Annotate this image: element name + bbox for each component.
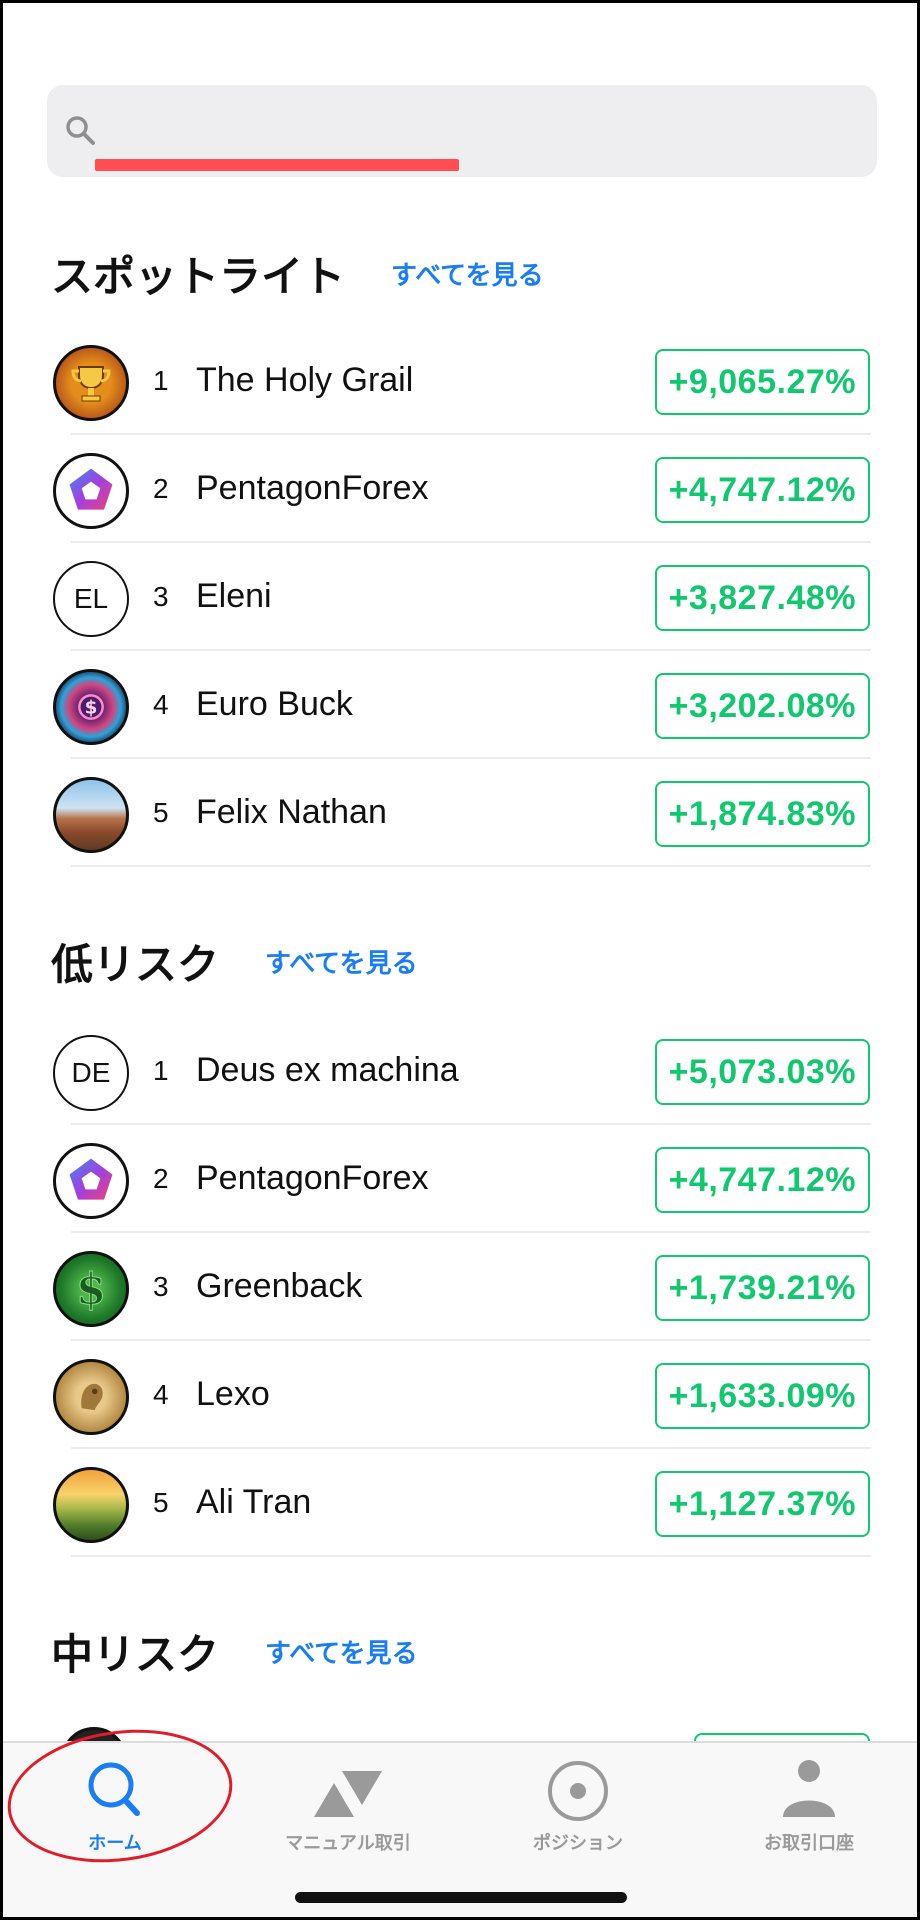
return-badge: +5,073.03% [654,1039,870,1105]
return-badge: +3,202.08% [654,673,870,739]
search-icon [88,1762,140,1816]
trader-name: Deus ex machina [196,1051,459,1089]
target-circle-icon [548,1761,608,1821]
svg-text:$: $ [76,1265,106,1315]
search-bar[interactable] [47,85,877,177]
search-input[interactable] [111,103,851,159]
see-all-link[interactable]: すべてを見る [391,255,544,292]
gold-coin-avatar [53,1359,129,1435]
initials-avatar: DE [53,1035,129,1111]
list-item[interactable]: 1 The Holy Grail +9,065.27% [3,327,917,435]
green-dollar-avatar: $ [53,1251,129,1327]
trader-name: Greenback [196,1267,363,1305]
tab-manual-trade[interactable]: マニュアル取引 [248,1755,448,1865]
person-icon [783,1760,835,1817]
return-badge: +4,747.12% [654,1147,870,1213]
list-item[interactable]: DE 1 Deus ex machina +5,073.03% [3,1017,917,1125]
pentagon-avatar [53,453,129,529]
return-badge: +1,874.83% [654,781,870,847]
tab-account[interactable]: お取引口座 [709,1755,909,1865]
trader-name: The Holy Grail [196,361,414,399]
return-badge: +3,827.48% [654,565,870,631]
app-screen: スポットライト すべてを見る 1 The Holy Grail +9,065.2… [3,3,917,1917]
trader-name: Eleni [196,577,272,615]
tab-positions[interactable]: ポジション [478,1755,678,1865]
rank-number: 2 [153,1163,169,1194]
section-title: 中リスク [51,1629,220,1679]
rank-number: 4 [153,689,169,720]
pentagon-avatar [53,1143,129,1219]
see-all-link[interactable]: すべてを見る [265,1633,418,1670]
rank-number: 1 [153,1055,169,1086]
tab-label: ホーム [88,1833,142,1854]
svg-text:$: $ [85,698,98,719]
trader-name: Euro Buck [196,685,353,723]
section-title: スポットライト [51,251,346,301]
return-badge: +1,739.21% [654,1255,870,1321]
triangles-icon [314,1771,382,1817]
sunset-photo-avatar [53,1467,129,1543]
tab-label: ポジション [533,1833,623,1854]
section-title: 低リスク [51,939,220,989]
return-badge: +1,633.09% [654,1363,870,1429]
trader-name: Felix Nathan [196,793,387,831]
trophy-avatar [53,345,129,421]
trader-name: PentagonForex [196,469,429,507]
list-item[interactable]: 2 PentagonForex +4,747.12% [3,435,917,543]
list-item[interactable]: 5 Ali Tran +1,127.37% [3,1449,917,1557]
initials-avatar: EL [53,561,129,637]
rank-number: 5 [153,1487,169,1518]
rank-number: 1 [153,365,169,396]
trader-name: Lexo [196,1375,270,1413]
tab-home[interactable]: ホーム [15,1755,215,1865]
tab-label: マニュアル取引 [285,1833,411,1854]
neon-dollar-avatar: $ [53,669,129,745]
divider [71,1555,871,1557]
rank-number: 3 [153,1271,169,1302]
redaction-bar [95,159,459,171]
home-indicator [295,1892,627,1903]
search-icon [66,116,95,145]
list-item[interactable]: $ 4 Euro Buck +3,202.08% [3,651,917,759]
list-item[interactable]: EL 3 Eleni +3,827.48% [3,543,917,651]
desert-photo-avatar [53,777,129,853]
return-badge: +9,065.27% [654,349,870,415]
tab-bar: ホーム マニュアル取引 ポジション お取引口座 [3,1741,917,1917]
rank-number: 4 [153,1379,169,1410]
list-item[interactable]: $ 3 Greenback +1,739.21% [3,1233,917,1341]
return-badge: +4,747.12% [654,457,870,523]
rank-number: 5 [153,797,169,828]
see-all-link[interactable]: すべてを見る [265,943,418,980]
list-item[interactable]: 5 Felix Nathan +1,874.83% [3,759,917,867]
list-item[interactable]: 4 Lexo +1,633.09% [3,1341,917,1449]
return-badge: +1,127.37% [654,1471,870,1537]
trader-name: Ali Tran [196,1483,312,1521]
divider [71,865,871,867]
trader-name: PentagonForex [196,1159,429,1197]
tab-label: お取引口座 [764,1833,854,1854]
rank-number: 2 [153,473,169,504]
list-item[interactable]: 2 PentagonForex +4,747.12% [3,1125,917,1233]
rank-number: 3 [153,581,169,612]
